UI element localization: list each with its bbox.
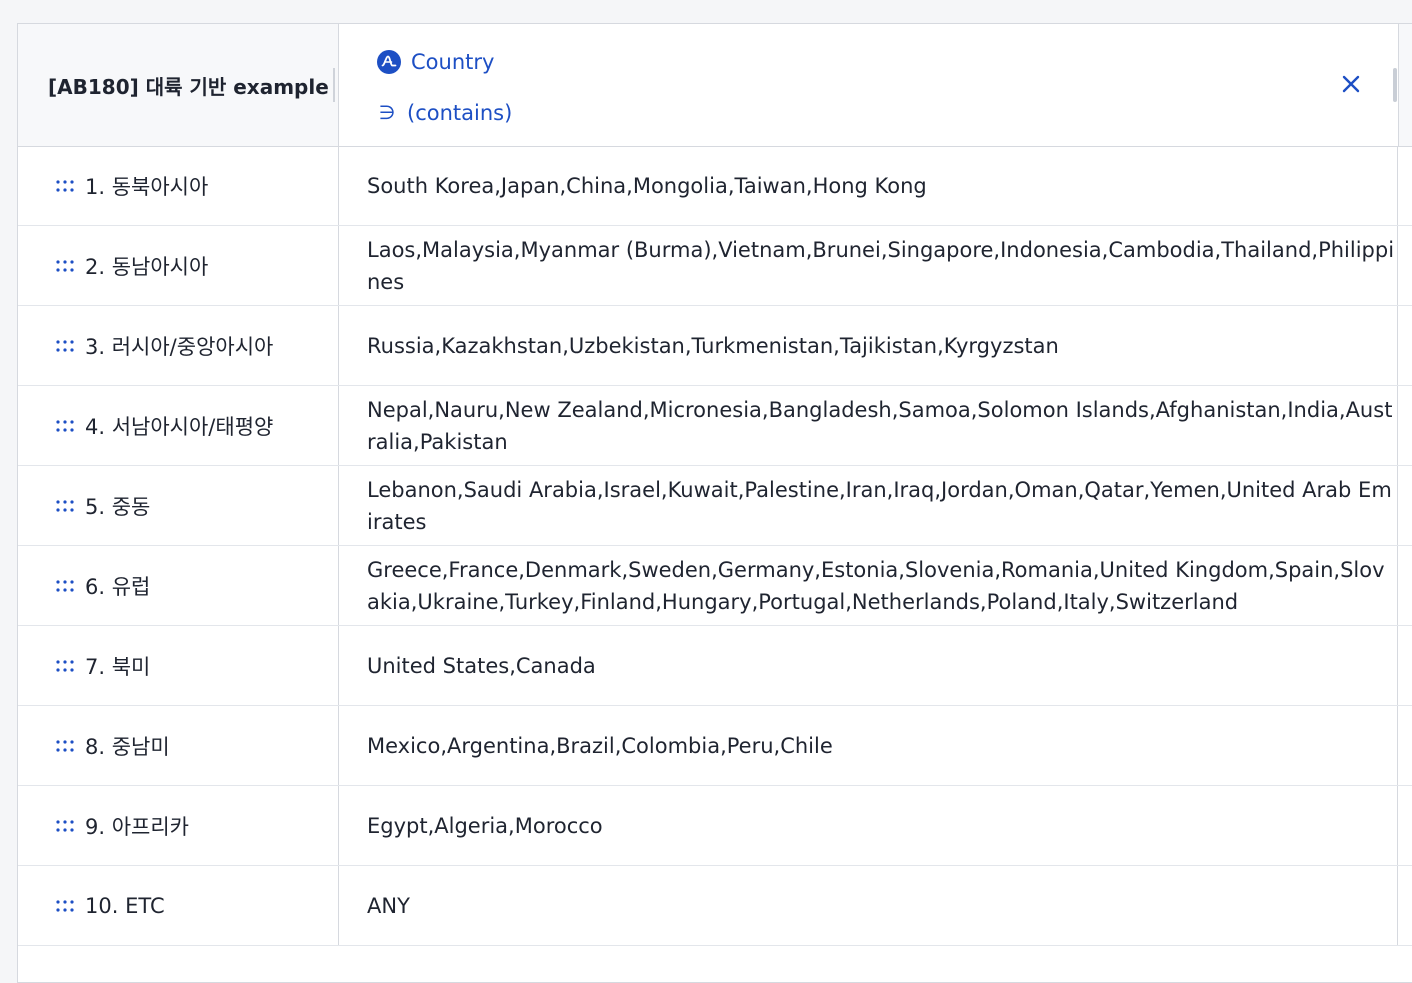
- row-label: 6. 유럽: [18, 546, 338, 625]
- drag-handle-icon[interactable]: [56, 179, 74, 192]
- row-value[interactable]: Mexico,Argentina,Brazil,Colombia,Peru,Ch…: [338, 706, 1398, 785]
- row-label: 2. 동남아시아: [18, 226, 338, 305]
- row-label: 4. 서남아시아/태평양: [18, 386, 338, 465]
- row-value[interactable]: Laos,Malaysia,Myanmar (Burma),Vietnam,Br…: [338, 226, 1398, 305]
- row-value-text: Nepal,Nauru,New Zealand,Micronesia,Bangl…: [367, 397, 1393, 454]
- drag-handle-icon[interactable]: [56, 659, 74, 672]
- row-label: 8. 중남미: [18, 706, 338, 785]
- segment-table-panel: [AB180] 대륙 기반 example Country ∋ (contain…: [17, 23, 1412, 983]
- row-value-text: Laos,Malaysia,Myanmar (Burma),Vietnam,Br…: [367, 237, 1395, 294]
- segment-rows: 1. 동북아시아 South Korea,Japan,China,Mongoli…: [18, 146, 1412, 946]
- row-value-text: Russia,Kazakhstan,Uzbekistan,Turkmenista…: [367, 333, 1059, 358]
- row-label-text: 4. 서남아시아/태평양: [85, 414, 274, 439]
- table-row: 1. 동북아시아 South Korea,Japan,China,Mongoli…: [18, 146, 1412, 226]
- row-value-text: Egypt,Algeria,Morocco: [367, 813, 603, 838]
- drag-handle-icon[interactable]: [56, 499, 74, 512]
- row-value[interactable]: Lebanon,Saudi Arabia,Israel,Kuwait,Pales…: [338, 466, 1398, 545]
- table-row: 10. ETC ANY: [18, 866, 1412, 946]
- row-value[interactable]: Egypt,Algeria,Morocco: [338, 786, 1398, 865]
- contains-icon: ∋: [378, 102, 396, 124]
- drag-handle-icon[interactable]: [56, 739, 74, 752]
- row-label-text: 8. 중남미: [85, 734, 170, 759]
- row-value-text: Lebanon,Saudi Arabia,Israel,Kuwait,Pales…: [367, 477, 1392, 534]
- amplitude-icon: [377, 50, 401, 74]
- row-label-text: 10. ETC: [85, 893, 165, 918]
- row-label: 3. 러시아/중앙아시아: [18, 306, 338, 385]
- row-label-text: 5. 중동: [85, 494, 151, 519]
- row-value[interactable]: Greece,France,Denmark,Sweden,Germany,Est…: [338, 546, 1398, 625]
- table-row: 7. 북미 United States,Canada: [18, 626, 1412, 706]
- row-value[interactable]: ANY: [338, 866, 1398, 945]
- column-divider: [1398, 24, 1399, 146]
- row-value[interactable]: Nepal,Nauru,New Zealand,Micronesia,Bangl…: [338, 386, 1398, 465]
- operator-label: (contains): [407, 101, 513, 125]
- row-label: 1. 동북아시아: [18, 146, 338, 225]
- row-value-text: Mexico,Argentina,Brazil,Colombia,Peru,Ch…: [367, 733, 833, 758]
- row-label: 9. 아프리카: [18, 786, 338, 865]
- drag-handle-icon[interactable]: [56, 339, 74, 352]
- row-label: 5. 중동: [18, 466, 338, 545]
- table-row: 8. 중남미 Mexico,Argentina,Brazil,Colombia,…: [18, 706, 1412, 786]
- close-icon[interactable]: [1339, 72, 1363, 96]
- row-value[interactable]: United States,Canada: [338, 626, 1398, 705]
- row-label: 7. 북미: [18, 626, 338, 705]
- row-value[interactable]: South Korea,Japan,China,Mongolia,Taiwan,…: [338, 146, 1398, 225]
- row-label-text: 2. 동남아시아: [85, 254, 209, 279]
- table-row: 3. 러시아/중앙아시아 Russia,Kazakhstan,Uzbekista…: [18, 306, 1412, 386]
- table-row: 5. 중동 Lebanon,Saudi Arabia,Israel,Kuwait…: [18, 466, 1412, 546]
- drag-handle-icon[interactable]: [56, 899, 74, 912]
- column-resize-handle[interactable]: [333, 68, 335, 102]
- drag-handle-icon[interactable]: [56, 259, 74, 272]
- column-resize-handle-right[interactable]: [1393, 68, 1397, 102]
- row-label-text: 9. 아프리카: [85, 814, 189, 839]
- row-label-text: 3. 러시아/중앙아시아: [85, 334, 274, 359]
- table-header: [AB180] 대륙 기반 example Country ∋ (contain…: [18, 24, 1412, 147]
- table-row: 4. 서남아시아/태평양 Nepal,Nauru,New Zealand,Mic…: [18, 386, 1412, 466]
- property-chip[interactable]: Country: [377, 46, 494, 78]
- row-label-text: 7. 북미: [85, 654, 151, 679]
- row-value-text: ANY: [367, 893, 410, 918]
- drag-handle-icon[interactable]: [56, 579, 74, 592]
- country-filter-column-header: Country ∋ (contains): [338, 24, 1399, 146]
- row-value-text: United States,Canada: [367, 653, 596, 678]
- table-row: 6. 유럽 Greece,France,Denmark,Sweden,Germa…: [18, 546, 1412, 626]
- table-title: [AB180] 대륙 기반 example: [48, 74, 329, 99]
- row-label-text: 6. 유럽: [85, 574, 151, 599]
- drag-handle-icon[interactable]: [56, 419, 74, 432]
- row-value[interactable]: Russia,Kazakhstan,Uzbekistan,Turkmenista…: [338, 306, 1398, 385]
- row-label-text: 1. 동북아시아: [85, 174, 209, 199]
- drag-handle-icon[interactable]: [56, 819, 74, 832]
- row-value-text: Greece,France,Denmark,Sweden,Germany,Est…: [367, 557, 1385, 614]
- table-row: 2. 동남아시아 Laos,Malaysia,Myanmar (Burma),V…: [18, 226, 1412, 306]
- property-label: Country: [411, 50, 495, 74]
- operator-chip[interactable]: ∋ (contains): [377, 97, 513, 129]
- table-row: 9. 아프리카 Egypt,Algeria,Morocco: [18, 786, 1412, 866]
- row-value-text: South Korea,Japan,China,Mongolia,Taiwan,…: [367, 173, 927, 198]
- row-label: 10. ETC: [18, 866, 338, 945]
